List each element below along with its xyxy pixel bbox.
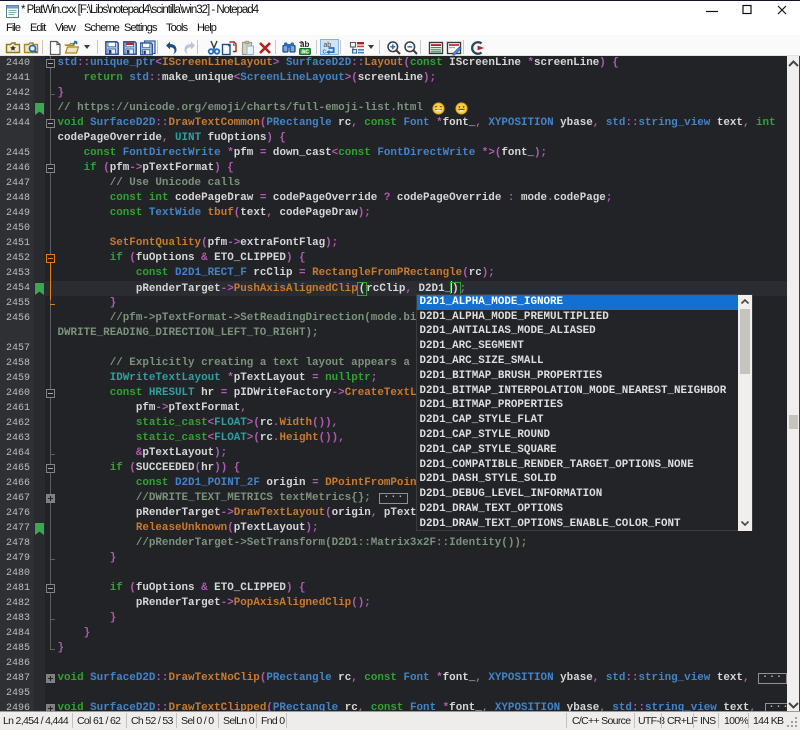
svg-text:c: c — [322, 48, 326, 54]
svg-text:ac: ac — [301, 48, 309, 55]
